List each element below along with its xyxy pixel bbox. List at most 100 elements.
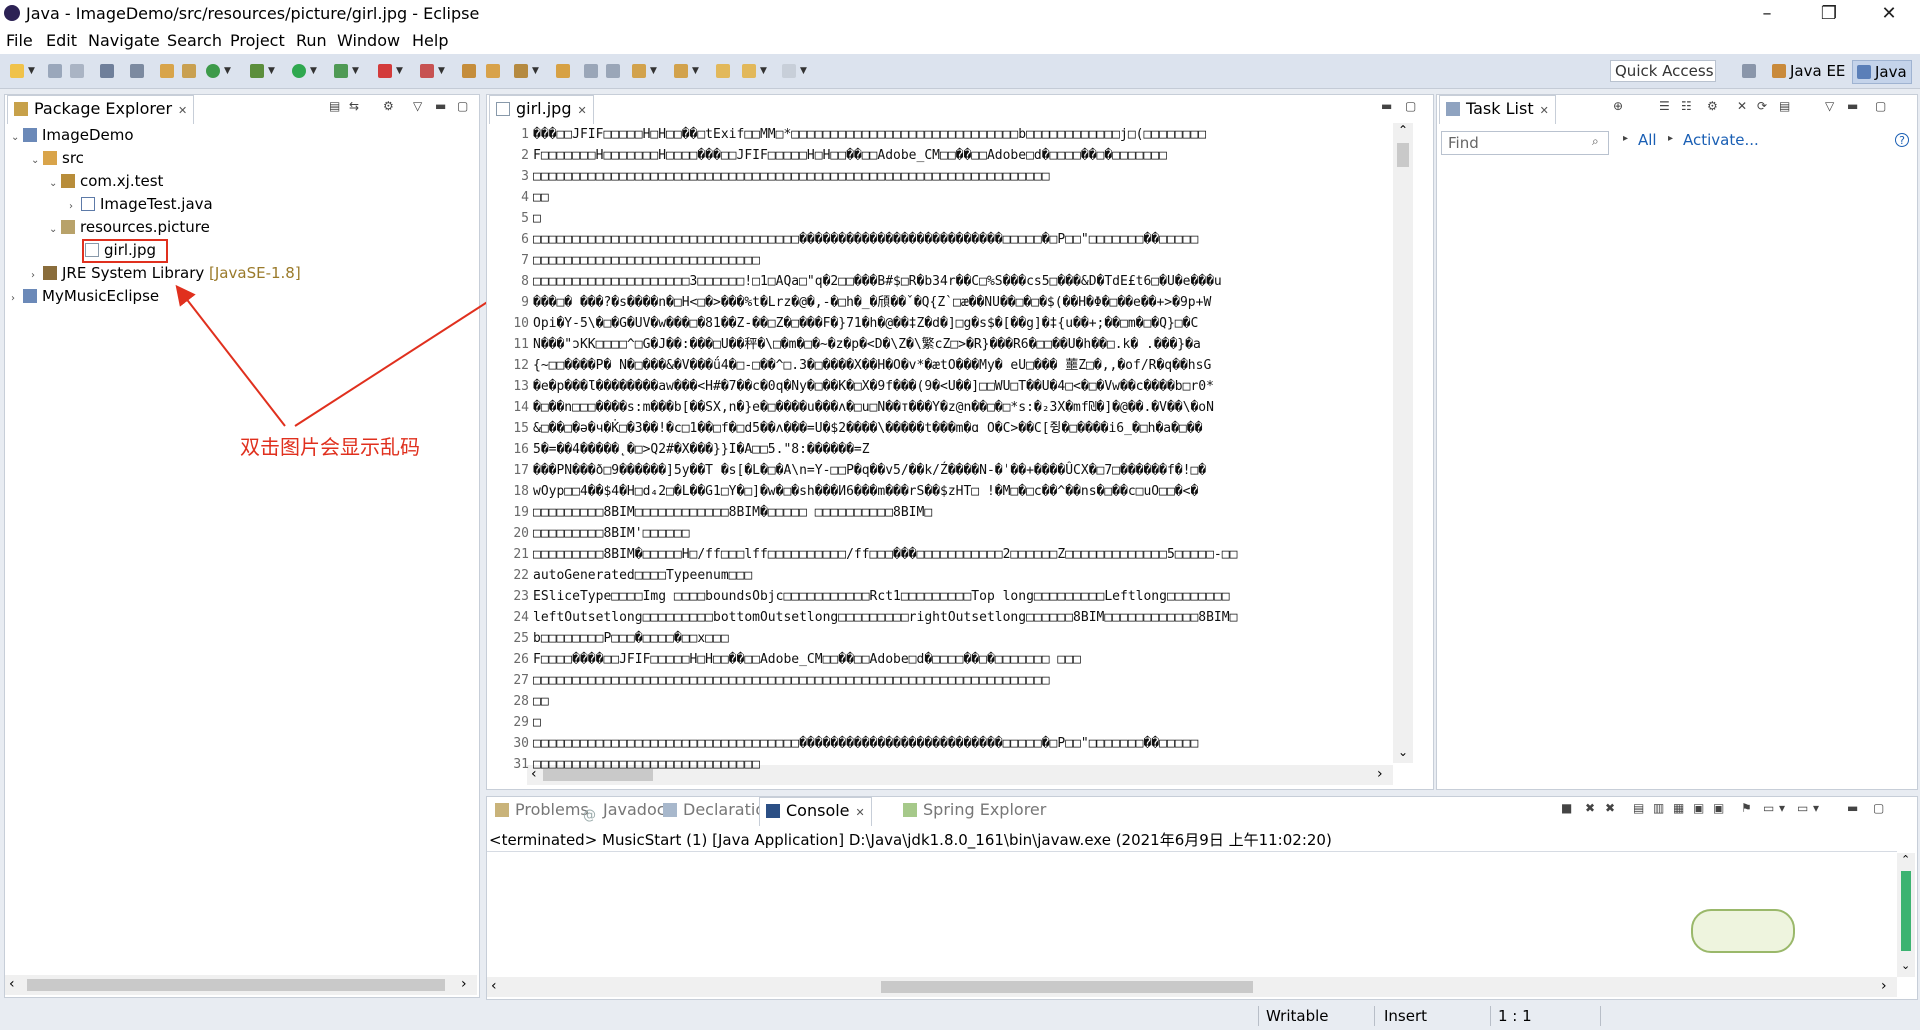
tab-task-list[interactable]: Task List ✕: [1439, 95, 1556, 124]
code-line[interactable]: 28 □□: [489, 691, 548, 712]
scroll-lock-icon[interactable]: ▥: [1653, 801, 1664, 815]
line-text: ESliceType□□□□Img □□□□boundsObjc□□□□□□□□…: [533, 589, 1230, 604]
line-number: 31: [513, 757, 529, 772]
minimize-view-icon[interactable]: ▬: [1847, 801, 1858, 815]
tab-girl-jpg[interactable]: girl.jpg ✕: [489, 95, 594, 124]
code-line[interactable]: 15 &□��□�ə�ч�K̇□�3��!�c□1��□f�□d5��ʌ���=U…: [489, 418, 1202, 439]
scrollbar-thumb[interactable]: [1901, 871, 1911, 951]
line-text: b□□□□□□□□P□□□�□□□□�□□x□□□: [533, 631, 729, 646]
code-line[interactable]: 31 □□□□□□□□□□□□□□□□□□□□□□□□□□□□□: [489, 754, 760, 772]
code-line[interactable]: 13 �e�p���Ɩ��������aw���<H#�7��c�0q�Ny�□�…: [489, 376, 1214, 397]
hide-completed-icon[interactable]: ✕: [1737, 99, 1747, 113]
line-number: 21: [513, 547, 529, 562]
line-number: 7: [521, 253, 529, 268]
code-line[interactable]: 9 ���□� ���?�s����n�□H<□�>���%t�Lrz�@�,-�…: [489, 292, 1211, 313]
terminate-icon[interactable]: ■: [1561, 801, 1572, 815]
code-line[interactable]: 2 F□□□□□□□H□□□□□□□H□□□□���□□JFIF□□□□□H□H□…: [489, 145, 1167, 166]
tab-spring-explorer[interactable]: Spring Explorer: [897, 797, 1052, 825]
code-line[interactable]: 29 □: [489, 712, 540, 733]
collapse-all-icon[interactable]: ▤: [1779, 99, 1790, 113]
minimize-view-icon[interactable]: ▬: [1381, 99, 1392, 113]
code-line[interactable]: 16 5�=��4�����˛�□>Q2#�X���}}I�A□□5."8:���…: [489, 439, 869, 460]
code-line[interactable]: 5 □: [489, 208, 541, 229]
scroll-down-icon[interactable]: ⌄: [1901, 959, 1910, 972]
sync-icon[interactable]: ⟳: [1757, 99, 1767, 113]
show-stderr-icon[interactable]: ▣: [1713, 801, 1724, 815]
code-line[interactable]: 22 autoGenerated□□□□Typeenum□□□: [489, 565, 752, 586]
maximize-view-icon[interactable]: ▢: [1873, 801, 1884, 815]
scroll-up-icon[interactable]: ⌃: [1901, 853, 1910, 866]
line-number: 6: [521, 232, 529, 247]
line-text: leftOutsetlong□□□□□□□□□bottomOutsetlong□…: [533, 610, 1238, 625]
all-link[interactable]: All: [1638, 131, 1657, 149]
code-line[interactable]: 23 ESliceType□□□□Img □□□□boundsObjc□□□□□□…: [489, 586, 1230, 607]
code-line[interactable]: 26 F□□□□����□□JFIF□□□□□H□H□□��□□Adobe_CM□…: [489, 649, 1081, 670]
horizontal-scrollbar[interactable]: ‹ ›: [487, 977, 1897, 997]
minimize-view-icon[interactable]: ▬: [1847, 99, 1858, 113]
new-task-icon[interactable]: ⊕: [1613, 99, 1623, 113]
line-text: □□□□□□□□□□□□□□□□□□□□□□□□□□□□□□□□□□������…: [533, 736, 1199, 751]
line-text: ���□□JFIF□□□□□H□H□□��□tExif□□MM□*□□□□□□□…: [533, 127, 1207, 142]
scroll-left-icon[interactable]: ‹: [491, 978, 497, 994]
close-tab-icon[interactable]: ✕: [577, 104, 586, 117]
open-console-icon[interactable]: ▭: [1797, 801, 1808, 815]
scrollbar-thumb[interactable]: [881, 981, 1253, 993]
vertical-scrollbar[interactable]: ⌃ ⌄: [1393, 123, 1413, 763]
line-number: 18: [513, 484, 529, 499]
close-tab-icon[interactable]: ✕: [1540, 104, 1549, 117]
code-line[interactable]: 14 �□��n□□□����s:m���b[��SX,n�}e�□����u��…: [489, 397, 1214, 418]
vertical-scrollbar[interactable]: ⌃ ⌄: [1897, 853, 1915, 977]
code-line[interactable]: 11 N���"ɔKK□□□□^□G�J��:���□U��秤�\□�m�□�~�…: [489, 334, 1200, 355]
code-line[interactable]: 24 leftOutsetlong□□□□□□□□□bottomOutsetlon…: [489, 607, 1237, 628]
maximize-view-icon[interactable]: ▢: [1405, 99, 1416, 113]
code-line[interactable]: 20 □□□□□□□□□8BIM'□□□□□□: [489, 523, 689, 544]
code-line[interactable]: 18 wOyp□□4��$4�H□d₄2□�L��G1□Y�□]�w�□�sh��…: [489, 481, 1198, 502]
code-line[interactable]: 3 □□□□□□□□□□□□□□□□□□□□□□□□□□□□□□□□□□□□□□□…: [489, 166, 1050, 187]
filter-icon[interactable]: ⚙: [1707, 99, 1718, 113]
console-status-text: <terminated> MusicStart (1) [Java Applic…: [489, 831, 1332, 849]
close-tab-icon[interactable]: ✕: [856, 806, 865, 819]
code-line[interactable]: 8 □□□□□□□□□□□□□□□□□□□□3□□□□□□!□1□AQa□"q�2…: [489, 271, 1222, 292]
remove-all-terminated-icon[interactable]: ✖: [1605, 801, 1615, 815]
remove-launch-icon[interactable]: ✖: [1585, 801, 1595, 815]
separator: [1600, 1006, 1601, 1026]
display-console-icon[interactable]: ▭: [1763, 801, 1774, 815]
code-line[interactable]: 25 b□□□□□□□□P□□□�□□□□�□□x□□□: [489, 628, 729, 649]
maximize-view-icon[interactable]: ▢: [1875, 99, 1886, 113]
pin-console-icon[interactable]: ⚑: [1741, 801, 1752, 815]
code-line[interactable]: 30 □□□□□□□□□□□□□□□□□□□□□□□□□□□□□□□□□□����…: [489, 733, 1198, 754]
line-text: F□□□□����□□JFIF□□□□□H□H□□��□□Adobe_CM□□�…: [533, 652, 1081, 667]
categorized-icon[interactable]: ☰: [1659, 99, 1670, 113]
line-text: □□□□□□□□□□□□□□□□□□□□□□□□□□□□□□□□□□□□□□□□…: [533, 169, 1050, 184]
find-input[interactable]: Find ⌕: [1441, 131, 1609, 155]
line-number: 27: [513, 673, 529, 688]
scheduled-icon[interactable]: ☷: [1681, 99, 1692, 113]
code-line[interactable]: 10 Opi�Y-5\�□�G�UV�w���□�81��Z-��□Z�□���F…: [489, 313, 1198, 334]
clear-console-icon[interactable]: ▤: [1633, 801, 1644, 815]
chevron-down-icon[interactable]: ▾: [1813, 801, 1819, 815]
word-wrap-icon[interactable]: ▦: [1673, 801, 1684, 815]
code-line[interactable]: 27 □□□□□□□□□□□□□□□□□□□□□□□□□□□□□□□□□□□□□□…: [489, 670, 1049, 691]
scroll-up-icon[interactable]: ⌃: [1398, 123, 1408, 137]
activate-link[interactable]: Activate...: [1683, 131, 1759, 149]
scroll-right-icon[interactable]: ›: [1881, 978, 1887, 994]
code-line[interactable]: 1 ���□□JFIF□□□□□H□H□□��□tExif□□MM□*□□□□□□…: [489, 124, 1206, 145]
separator: [1374, 1006, 1375, 1026]
code-line[interactable]: 4 □□: [489, 187, 548, 208]
tab-console[interactable]: Console ✕: [759, 797, 872, 826]
chevron-down-icon[interactable]: ▾: [1779, 801, 1785, 815]
line-number: 13: [513, 379, 529, 394]
code-line[interactable]: 6 □□□□□□□□□□□□□□□□□□□□□□□□□□□□□□□□□□�����…: [489, 229, 1198, 250]
code-line[interactable]: 21 □□□□□□□□□8BIM�□□□□□H□/ff□□□lff□□□□□□□□…: [489, 544, 1237, 565]
code-line[interactable]: 12 {~□□����P� N�□���&�V���ǘ4�□-□��^□.3�□�…: [489, 355, 1211, 376]
code-line[interactable]: 19 □□□□□□□□□8BIM□□□□□□□□□□□□8BIM�□□□□□ □□…: [489, 502, 932, 523]
code-line[interactable]: 17 ���PN���ð□9������]5y��T �s[�L�□�A\n=Y-…: [489, 460, 1206, 481]
view-menu-icon[interactable]: ▽: [1825, 99, 1834, 113]
line-number: 3: [521, 169, 529, 184]
code-line[interactable]: 7 □□□□□□□□□□□□□□□□□□□□□□□□□□□□□: [489, 250, 760, 271]
show-stdout-icon[interactable]: ▣: [1693, 801, 1704, 815]
help-icon[interactable]: ?: [1895, 133, 1909, 147]
scroll-down-icon[interactable]: ⌄: [1398, 745, 1408, 759]
scrollbar-thumb[interactable]: [1397, 143, 1409, 167]
editor-text-area[interactable]: 1 ���□□JFIF□□□□□H□H□□��□tExif□□MM□*□□□□□□…: [489, 124, 1393, 772]
